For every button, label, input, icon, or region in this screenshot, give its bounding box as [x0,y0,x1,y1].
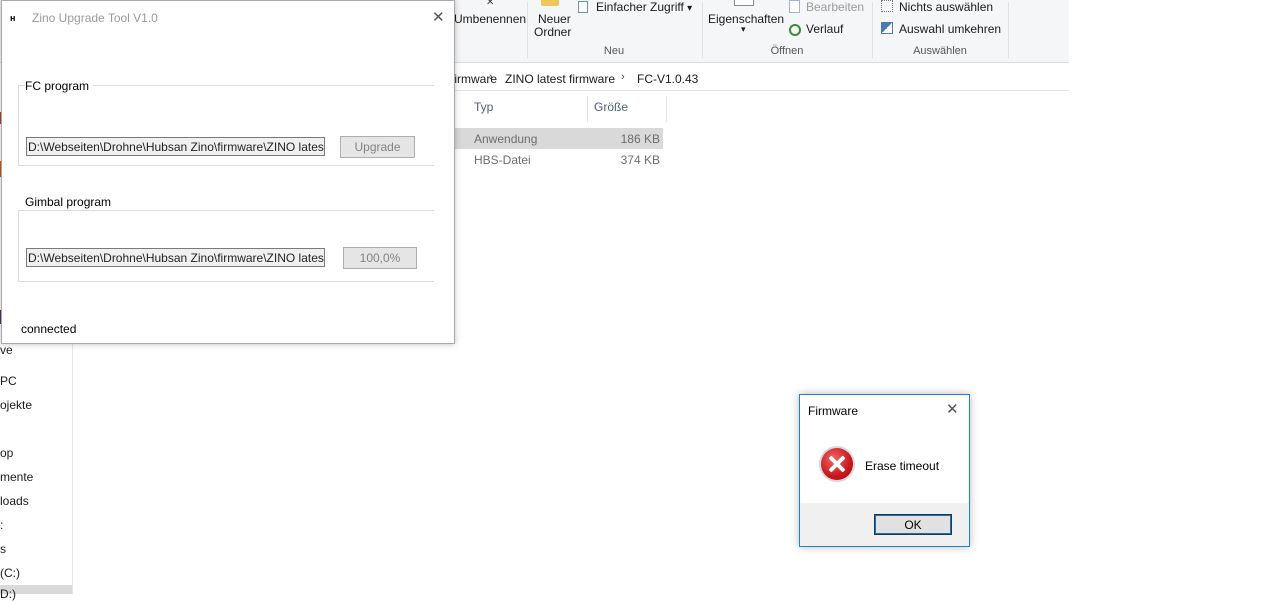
connection-status: connected [21,322,77,336]
column-header-type[interactable]: Typ [474,100,493,120]
group-border [18,210,19,281]
progress-button[interactable]: 100,0% [343,247,417,269]
file-type: Anwendung [474,132,538,146]
hubsan-logo-icon: ʜ [10,13,16,23]
history-icon [789,24,801,36]
nav-item-documents[interactable]: mente [0,470,33,484]
column-divider[interactable] [666,96,667,122]
gimbal-path-field[interactable]: D:\Webseiten\Drohne\Hubsan Zino\firmware… [26,248,325,267]
chevron-down-icon: ▾ [687,3,693,14]
invert-selection-button[interactable]: Auswahl umkehren [899,22,1001,36]
gimbal-program-label: Gimbal program [25,195,116,209]
scissors-icon: ✕ [486,0,495,8]
rename-button[interactable]: Umbenennen [454,12,526,26]
file-type: HBS-Datei [474,153,531,167]
group-border [18,85,19,165]
new-folder-icon [541,0,559,6]
nav-item-objects[interactable]: ojekte [0,398,32,412]
breadcrumb-fc-version[interactable]: FC-V1.0.43 [637,72,698,86]
nav-item-downloads[interactable]: loads [0,494,29,508]
breadcrumb-separator: › [621,71,625,83]
new-folder-label-2[interactable]: Ordner [534,25,571,39]
select-none-button[interactable]: Nichts auswählen [899,0,993,14]
ribbon-divider [1008,2,1009,58]
invert-selection-icon [881,22,893,34]
dialog-title: Firmware [808,404,858,418]
easy-access-button[interactable]: Einfacher Zugriff ▾ [596,0,692,14]
column-header-size[interactable]: Größe [594,100,628,120]
error-icon [821,448,853,480]
window-title: Zino Upgrade Tool V1.0 [32,11,158,25]
group-border [18,281,434,282]
ok-button[interactable]: OK [874,514,952,535]
nav-item[interactable]: ve [0,343,13,357]
properties-button[interactable]: Eigenschaften [708,12,784,26]
chevron-down-icon[interactable]: ▾ [741,24,746,35]
edit-icon [789,0,800,13]
new-folder-label[interactable]: Neuer [538,12,571,26]
nav-item[interactable]: : [0,518,3,532]
history-button[interactable]: Verlauf [806,22,843,36]
nav-item[interactable]: s [0,542,6,556]
breadcrumb-zino-latest-firmware[interactable]: ZINO latest firmware [505,72,615,86]
fc-path-field[interactable]: D:\Webseiten\Drohne\Hubsan Zino\firmware… [26,137,325,156]
group-label-select: Auswählen [913,45,967,57]
group-label-new: Neu [603,45,625,57]
navigation-pane: ve PC ojekte op mente loads : s (C:) D:) [0,341,73,601]
nav-item-this-pc[interactable]: PC [0,374,17,388]
close-icon[interactable]: ✕ [946,402,959,417]
group-label-open: Öffnen [770,45,804,57]
edit-button[interactable]: Bearbeiten [806,0,864,14]
nav-item-drive-c[interactable]: (C:) [0,566,20,580]
upgrade-button[interactable]: Upgrade [340,136,415,158]
properties-icon [734,0,754,6]
column-divider[interactable] [587,96,588,122]
file-size: 374 KB [620,153,660,167]
error-message: Erase timeout [865,459,940,473]
fc-program-label: FC program [25,79,94,93]
easy-access-icon [578,1,588,13]
nav-item-drive-d[interactable]: D:) [0,587,16,601]
close-icon[interactable]: ✕ [432,10,445,25]
group-border [18,165,434,166]
file-size: 186 KB [620,132,660,146]
zino-upgrade-window: ʜ Zino Upgrade Tool V1.0 ✕ FC program D:… [1,0,455,344]
select-none-icon [881,0,893,12]
firmware-error-dialog: Firmware ✕ Erase timeout OK [799,394,970,547]
easy-access-label: Einfacher Zugriff [596,0,684,14]
ribbon-divider [527,2,528,58]
group-border [18,210,434,211]
breadcrumb-separator: › [489,71,493,83]
nav-item-desktop[interactable]: op [0,446,13,460]
